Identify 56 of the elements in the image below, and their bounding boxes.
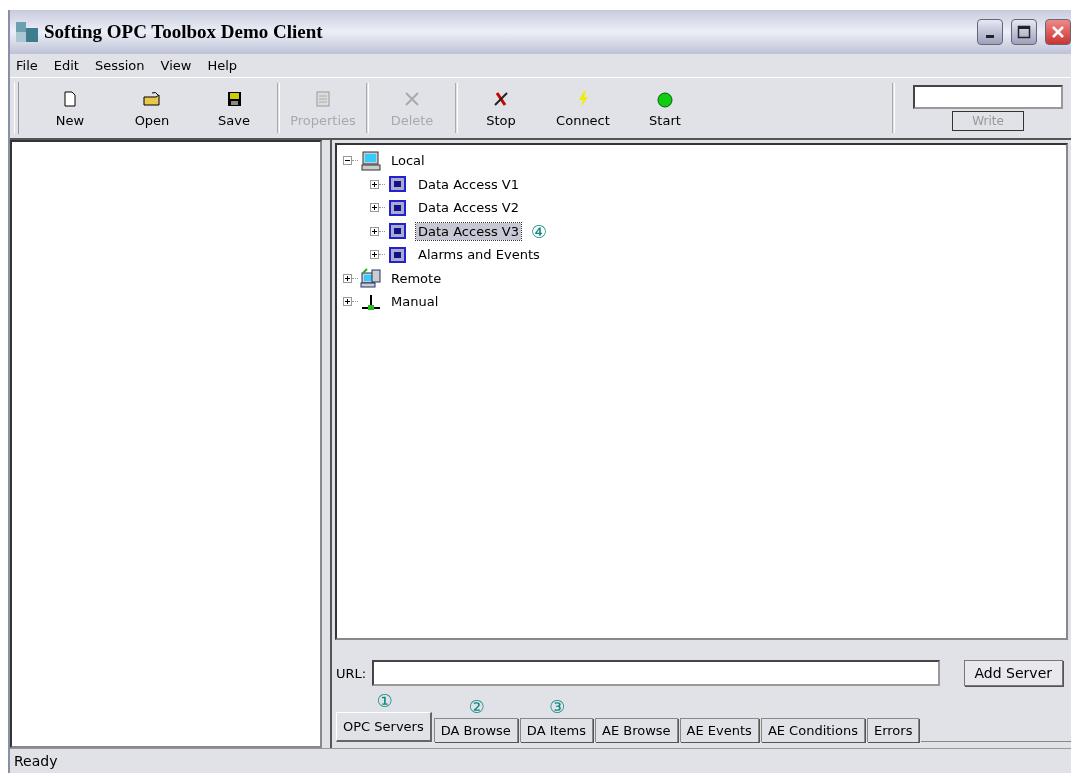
tab[interactable]: Errors (866, 718, 920, 742)
add-server-button[interactable]: Add Server (963, 660, 1063, 686)
toolbar-button[interactable]: Start (624, 81, 706, 135)
tree-item[interactable]: Data Access V3 (416, 222, 521, 240)
close-button[interactable] (1045, 19, 1071, 45)
toolbar-button[interactable]: Connect (542, 81, 624, 135)
tree-item[interactable]: Manual (389, 293, 441, 311)
menu-item[interactable]: Session (94, 58, 145, 73)
tree-item[interactable]: Data Access V1 (416, 175, 521, 193)
value-field[interactable] (913, 85, 1063, 109)
expander-icon[interactable] (370, 226, 379, 236)
expander-icon[interactable] (370, 250, 379, 260)
expander-icon[interactable] (343, 273, 352, 283)
toolbar-button[interactable]: New (29, 81, 111, 135)
tree-item[interactable]: Remote (389, 269, 444, 287)
server-icon (387, 244, 409, 265)
minimize-button[interactable] (977, 19, 1003, 45)
callout-number: ④ (531, 220, 548, 242)
toolbar-button[interactable]: Stop (460, 81, 542, 135)
callout-number: ① (376, 690, 393, 712)
toolbar-button[interactable]: Open (111, 81, 193, 135)
callout-number: ② (468, 696, 485, 718)
expander-icon[interactable] (370, 179, 379, 189)
app-icon (16, 22, 38, 42)
tree-item[interactable]: Local (389, 152, 427, 170)
menu-item[interactable]: View (160, 58, 192, 73)
server-icon (387, 174, 409, 195)
url-field[interactable] (372, 660, 940, 686)
expander-icon[interactable] (343, 156, 352, 166)
expander-icon[interactable] (343, 297, 352, 307)
toolbar-button[interactable]: Save (193, 81, 275, 135)
menu-item[interactable]: Help (207, 58, 238, 73)
expander-icon[interactable] (370, 203, 379, 213)
window-title: Softing OPC Toolbox Demo Client (44, 21, 323, 43)
tab[interactable]: DA Items (519, 718, 594, 742)
maximize-icon (1017, 25, 1031, 39)
tab[interactable]: AE Conditions (760, 718, 865, 742)
tab[interactable]: OPC Servers (336, 712, 432, 742)
tree-item[interactable]: Data Access V2 (416, 199, 521, 217)
network-icon (360, 268, 382, 289)
tab[interactable]: DA Browse (433, 718, 518, 742)
properties-icon (313, 88, 333, 109)
callout-number: ③ (549, 696, 566, 718)
maximize-button[interactable] (1011, 19, 1037, 45)
url-label: URL: (336, 665, 367, 681)
status-text: Ready (14, 753, 58, 769)
minimize-icon (986, 34, 994, 38)
close-icon (1051, 25, 1065, 39)
tab[interactable]: AE Events (679, 718, 759, 742)
tree-item[interactable]: Alarms and Events (416, 246, 542, 264)
computer-icon (360, 150, 382, 171)
menu-item[interactable]: File (16, 58, 38, 73)
server-icon (387, 221, 409, 242)
tab[interactable]: AE Browse (595, 718, 678, 742)
menu-item[interactable]: Edit (53, 58, 79, 73)
server-icon (387, 197, 409, 218)
